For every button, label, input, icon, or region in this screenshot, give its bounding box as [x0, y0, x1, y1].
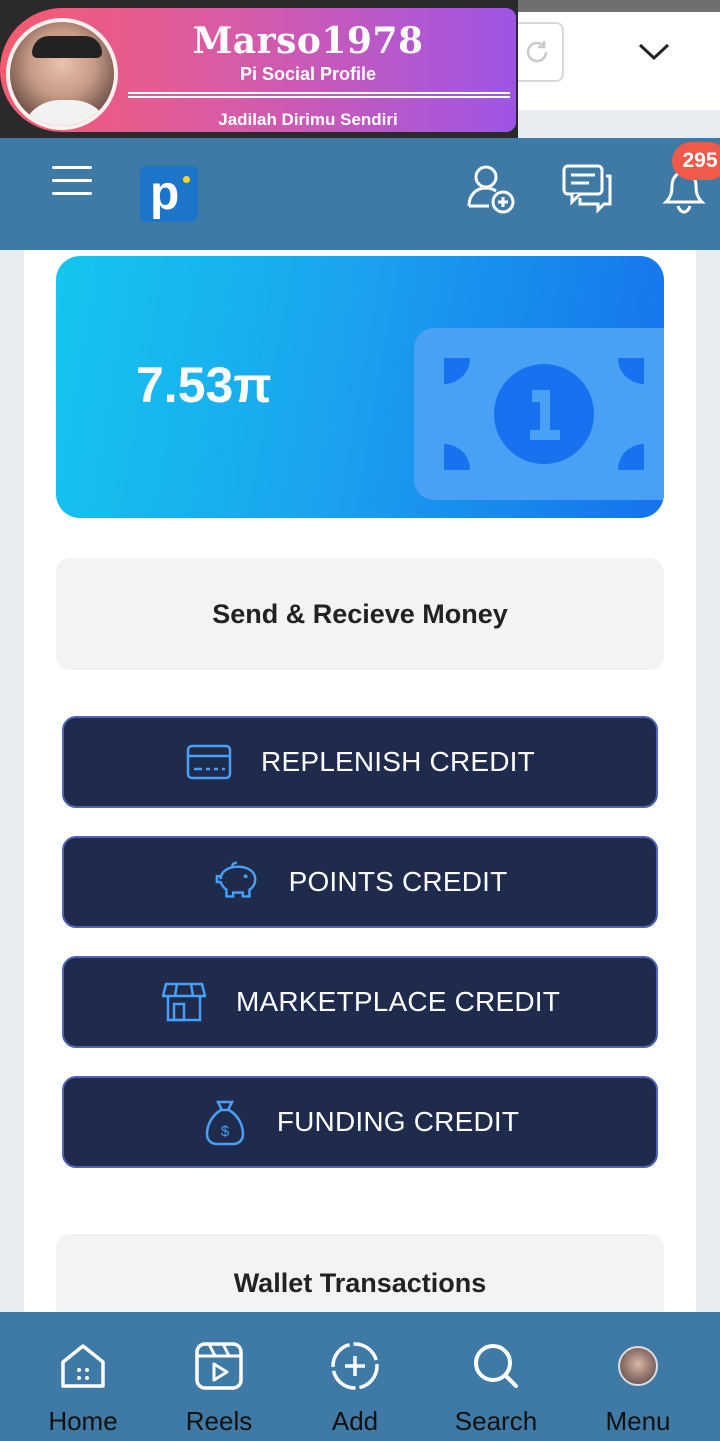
send-receive-money-button[interactable]: Send & Recieve Money — [56, 558, 664, 670]
avatar-menu-icon — [610, 1338, 666, 1394]
add-friend-icon[interactable] — [462, 160, 518, 216]
menu-avatar — [618, 1346, 658, 1386]
app-header: p 295 — [0, 138, 720, 250]
search-icon — [468, 1338, 524, 1394]
points-credit-button[interactable]: POINTS CREDIT — [62, 836, 658, 928]
wallet-transactions-title: Wallet Transactions — [233, 1268, 487, 1298]
points-credit-label: POINTS CREDIT — [288, 866, 508, 897]
nav-search[interactable]: Search — [446, 1312, 546, 1441]
avatar-shirt — [20, 100, 112, 126]
nav-reels[interactable]: Reels — [176, 1312, 262, 1441]
avatar-hair — [32, 36, 102, 58]
balance-card: 7.53π — [56, 256, 664, 518]
nav-menu-label: Menu — [605, 1406, 671, 1436]
svg-text:$: $ — [221, 1123, 230, 1140]
funding-credit-button[interactable]: $ FUNDING CREDIT — [62, 1076, 658, 1168]
funding-credit-label: FUNDING CREDIT — [276, 1106, 520, 1137]
replenish-credit-button[interactable]: REPLENISH CREDIT — [62, 716, 658, 808]
home-icon — [55, 1338, 111, 1394]
reload-icon — [526, 41, 548, 63]
logo-dot — [183, 176, 190, 183]
replenish-credit-label: REPLENISH CREDIT — [261, 746, 535, 777]
wallet-panel: 7.53π Send & Recieve Money REPLENISH CRE… — [24, 250, 696, 1334]
store-icon — [160, 978, 208, 1026]
profile-avatar — [6, 18, 118, 130]
nav-home[interactable]: Home — [40, 1312, 126, 1441]
nav-reels-label: Reels — [185, 1406, 253, 1436]
profile-subtitle: Pi Social Profile — [239, 64, 377, 84]
marketplace-credit-label: MARKETPLACE CREDIT — [235, 986, 561, 1017]
chevron-down-icon — [638, 43, 670, 61]
app-logo[interactable]: p — [140, 166, 198, 222]
profile-banner[interactable]: Marso1978 Pi Social Profile Jadilah Diri… — [0, 8, 516, 132]
hamburger-menu-icon[interactable] — [50, 164, 94, 198]
nav-add-label: Add — [331, 1406, 379, 1436]
browser-edge — [518, 0, 720, 12]
chevron-down-button[interactable] — [626, 32, 682, 72]
add-icon — [327, 1338, 383, 1394]
profile-username: Marso1978 — [192, 20, 424, 62]
wallet-balance: 7.53π — [136, 357, 272, 413]
banner-divider — [128, 92, 510, 98]
nav-add[interactable]: Add — [312, 1312, 398, 1441]
send-receive-label: Send & Recieve Money — [212, 598, 508, 629]
reels-icon — [191, 1338, 247, 1394]
money-bag-icon: $ — [201, 1098, 249, 1146]
logo-letter: p — [150, 167, 180, 220]
marketplace-credit-button[interactable]: MARKETPLACE CREDIT — [62, 956, 658, 1048]
nav-search-label: Search — [454, 1406, 538, 1436]
profile-tagline: Jadilah Dirimu Sendiri — [218, 110, 398, 129]
notification-badge: 295 — [672, 142, 720, 180]
piggy-bank-icon — [213, 858, 261, 906]
credit-card-icon — [185, 738, 233, 786]
bottom-nav: Home Reels Add Search Menu — [0, 1312, 720, 1441]
profile-overlay: Marso1978 Pi Social Profile Jadilah Diri… — [0, 0, 518, 138]
banknote-icon — [414, 328, 664, 500]
messages-icon[interactable] — [560, 160, 616, 216]
reload-button[interactable] — [510, 22, 564, 82]
nav-menu[interactable]: Menu — [596, 1312, 680, 1441]
nav-home-label: Home — [48, 1406, 118, 1436]
